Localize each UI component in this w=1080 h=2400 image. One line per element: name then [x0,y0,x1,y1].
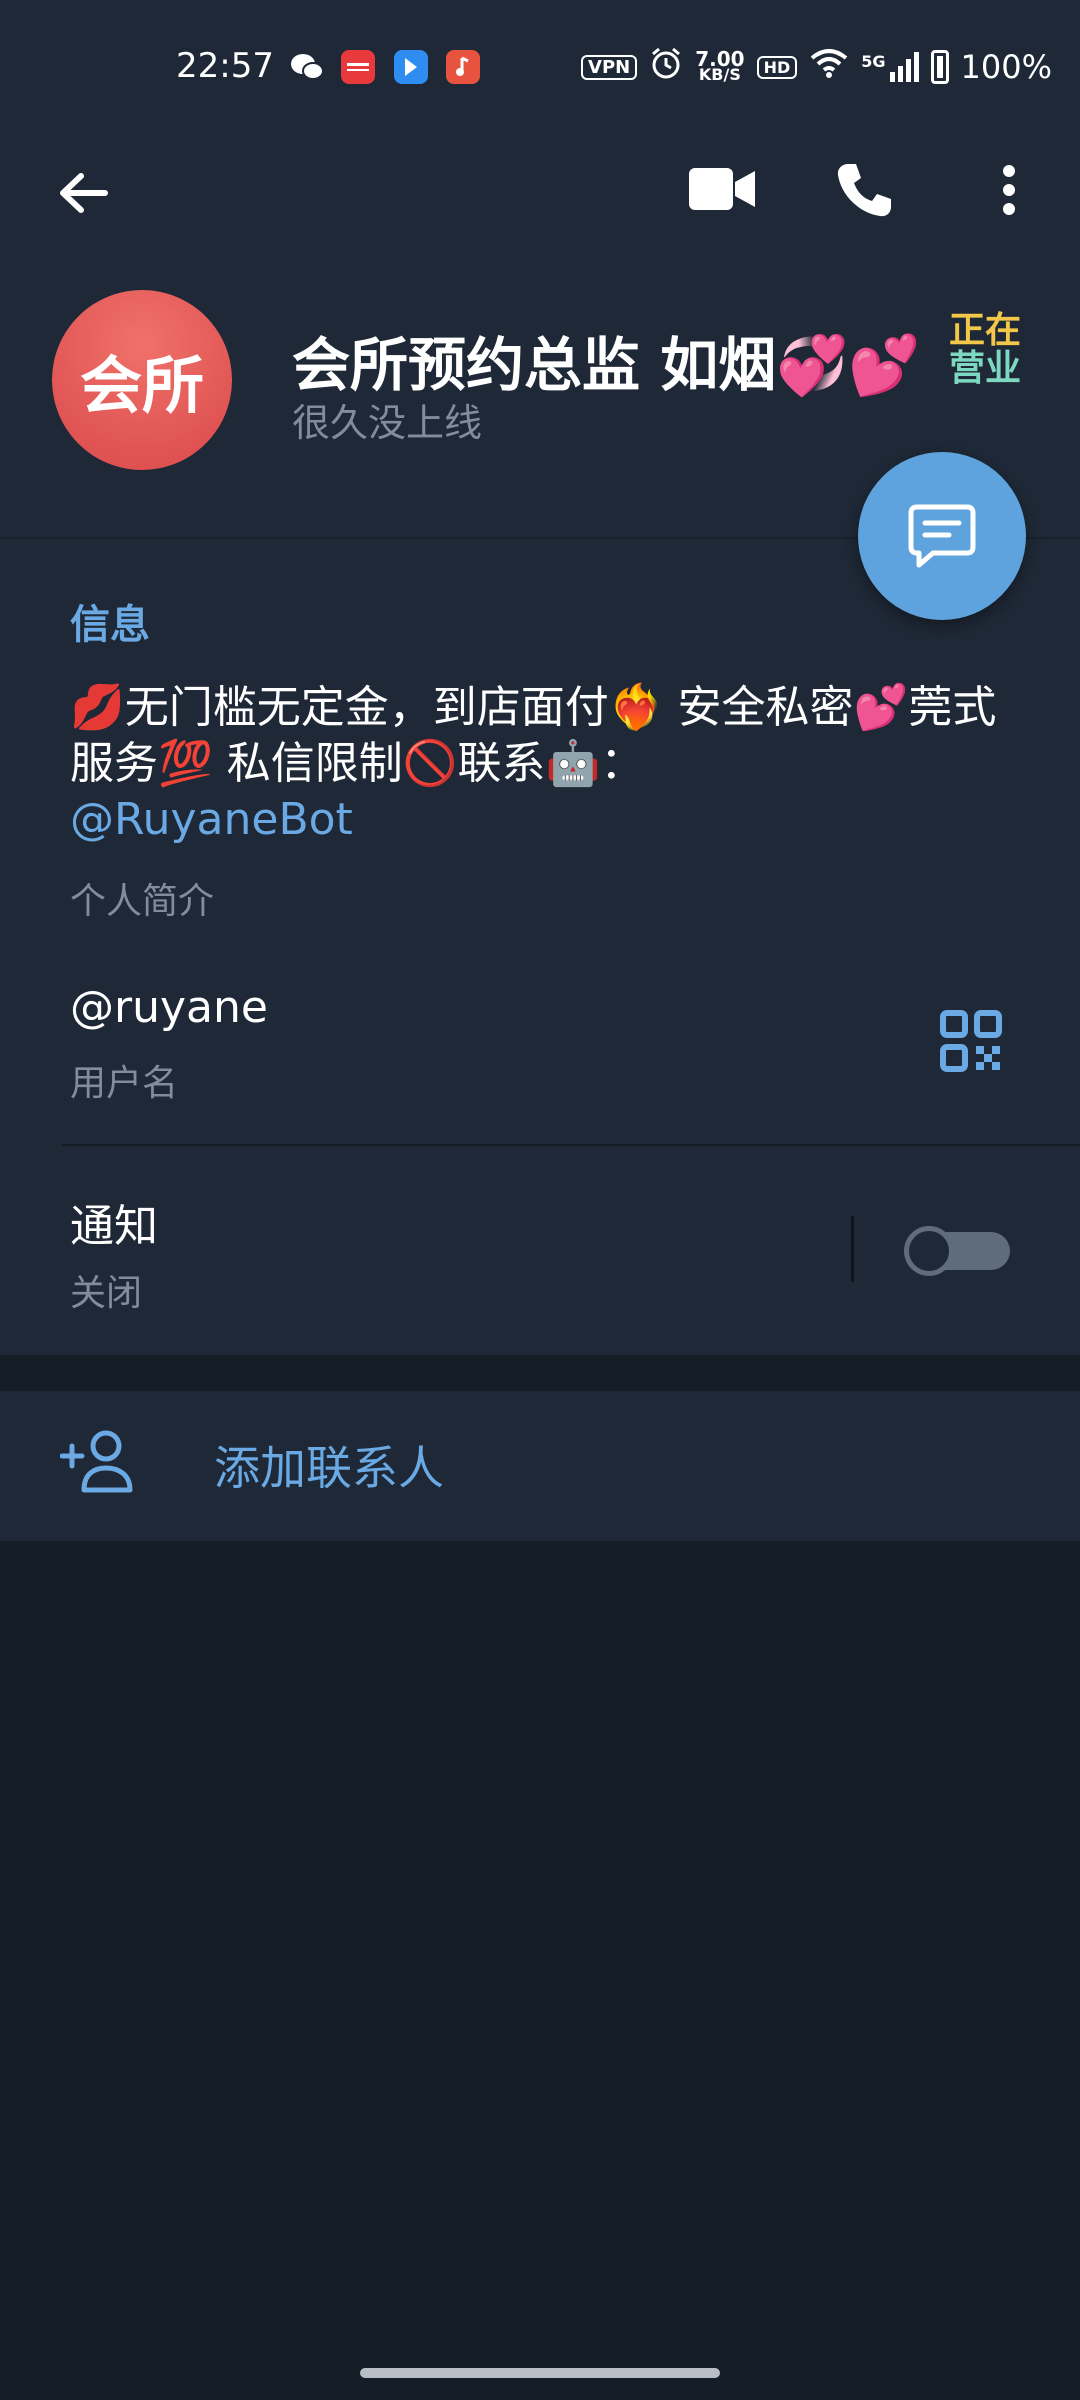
status-bar: 22:57 VPN 7.00 KB/S HD 5G 100% [0,0,1080,140]
username-caption: 用户名 [70,1063,179,1104]
qr-code-button[interactable] [940,1010,1002,1072]
bio-caption: 个人简介 [70,881,215,922]
avatar[interactable]: 会所 [52,290,232,470]
last-seen-status: 很久没上线 [292,401,483,445]
status-time: 22:57 [176,46,274,86]
info-section-title: 信息 [70,602,150,648]
add-contact-label[interactable]: 添加联系人 [214,1432,444,1498]
notifications-label[interactable]: 通知 [70,1190,158,1254]
video-call-button[interactable] [680,150,764,228]
music-app-icon [446,50,480,84]
notifications-state: 关闭 [70,1273,143,1314]
divider [62,1144,1080,1146]
add-contact-button[interactable] [59,1428,136,1494]
battery-icon [930,50,949,84]
alarm-icon [649,46,683,88]
more-options-button[interactable] [984,150,1034,230]
speed-unit: KB/S [698,65,741,84]
send-message-button[interactable] [858,452,1026,620]
home-indicator[interactable] [360,2368,720,2378]
cellular-signal-icon: 5G [861,52,919,82]
hd-indicator: HD [756,55,798,79]
toggle-knob [904,1226,954,1276]
more-vertical-icon [1003,165,1015,215]
xiaohongshu-icon [341,50,375,84]
username-value[interactable]: @ruyane [70,982,268,1033]
video-camera-icon [689,168,755,210]
vpn-indicator: VPN [581,54,638,80]
bio-bot-link[interactable]: @RuyaneBot [70,792,1030,848]
open-business-badge: 正在 营业 [944,312,1026,388]
status-indicators: VPN 7.00 KB/S HD 5G 100% [581,46,1052,88]
network-speed: 7.00 KB/S [695,49,744,84]
bio: 💋无门槛无定金，到店面付❤️‍🔥 安全私密💕莞式服务💯 私信限制🚫联系🤖： @R… [70,680,1030,848]
qr-code-icon [940,1010,1002,1072]
add-user-icon [59,1430,133,1493]
blue-app-icon [394,50,428,84]
badge-line-1: 正在 [948,310,1021,351]
notifications-toggle[interactable] [904,1226,1010,1276]
vertical-divider [851,1216,854,1282]
wechat-icon [290,50,324,84]
bio-text: 💋无门槛无定金，到店面付❤️‍🔥 安全私密💕莞式服务💯 私信限制🚫联系🤖： [70,682,997,789]
back-button[interactable] [44,154,122,232]
voice-call-button[interactable] [824,150,904,230]
battery-percent: 100% [960,48,1052,86]
network-type: 5G [861,52,886,71]
message-icon [908,504,976,568]
section-gap [0,1355,1080,1391]
add-contact-row[interactable] [0,1391,1080,1541]
avatar-text: 会所 [79,349,204,422]
arrow-left-icon [60,173,108,213]
profile-name: 会所预约总监 如烟💞💕 [292,331,921,399]
wifi-icon [809,48,849,86]
phone-icon [837,164,891,217]
badge-line-2: 营业 [948,348,1021,389]
